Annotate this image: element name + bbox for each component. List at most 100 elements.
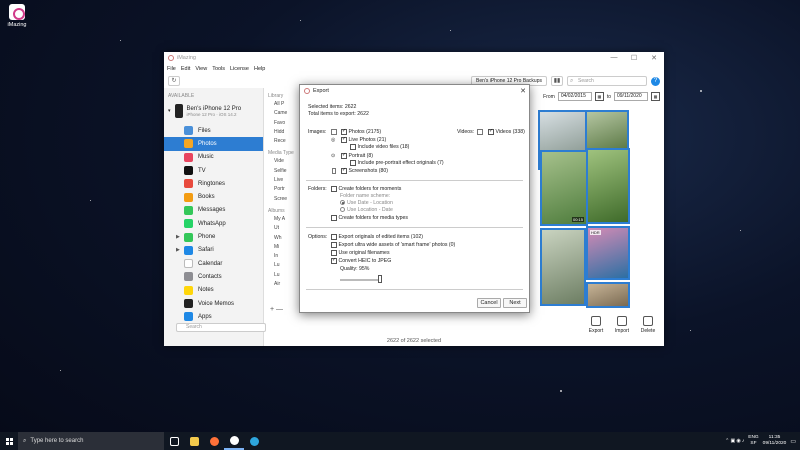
videos-checkbox[interactable]: Videos (338) <box>488 128 525 135</box>
quality-slider-track[interactable] <box>340 279 382 281</box>
delete-action-button[interactable]: Delete <box>637 316 659 334</box>
photo-thumbnail[interactable] <box>540 228 586 306</box>
album-item[interactable]: Lu <box>268 272 302 281</box>
minimize-button[interactable]: — <box>604 54 624 62</box>
sidebar-item-books[interactable]: Books <box>164 190 263 203</box>
import-action-label: Import <box>614 328 630 334</box>
file-explorer-button[interactable] <box>184 432 204 450</box>
sidebar-item-tv[interactable]: TV <box>164 164 263 177</box>
screenshots-checkbox[interactable]: Screenshots (80) <box>341 167 388 174</box>
device-subtitle: iPhone 12 Pro · iOS 14.2 <box>186 111 237 117</box>
photo-thumbnail[interactable] <box>585 110 629 150</box>
menu-view[interactable]: View <box>195 66 207 72</box>
media-type-item[interactable]: Live <box>268 177 302 186</box>
sidebar-item-contacts[interactable]: Contacts <box>164 270 263 283</box>
album-item[interactable]: Air <box>268 281 302 290</box>
edge-button[interactable] <box>244 432 264 450</box>
from-calendar-icon[interactable]: ▦ <box>594 92 604 101</box>
media-type-item[interactable]: Vide <box>268 158 302 167</box>
library-item[interactable]: Hidd <box>268 129 302 138</box>
sidebar-item-ringtones[interactable]: Ringtones <box>164 177 263 190</box>
taskbar-search-box[interactable]: ⌕ Type here to search <box>18 432 164 450</box>
clock[interactable]: 11:35 09/11/2020 <box>763 435 787 447</box>
next-button[interactable]: Next <box>503 298 527 308</box>
album-item[interactable]: In <box>268 253 302 262</box>
dialog-close-button[interactable]: ✕ <box>517 87 529 95</box>
sidebar-item-apps[interactable]: Apps <box>164 310 263 323</box>
library-item[interactable]: Rece <box>268 138 302 147</box>
sidebar-item-phone[interactable]: ▶ Phone <box>164 230 263 243</box>
books-app-icon <box>184 192 193 202</box>
menu-tools[interactable]: Tools <box>212 66 225 72</box>
album-item[interactable]: Ut <box>268 225 302 234</box>
firefox-button[interactable] <box>204 432 224 450</box>
album-item[interactable]: Mi <box>268 244 302 253</box>
imazing-taskbar-button[interactable] <box>224 432 244 450</box>
library-item[interactable]: Favo <box>268 120 302 129</box>
location-date-radio[interactable]: Use Location - Date <box>340 207 393 213</box>
live-photos-checkbox[interactable]: Live Photos (21) <box>341 136 386 143</box>
sidebar-item-photos[interactable]: Photos <box>164 137 263 151</box>
sidebar-item-voice-memos[interactable]: Voice Memos <box>164 297 263 310</box>
media-type-item[interactable]: Portr <box>268 186 302 195</box>
task-view-button[interactable] <box>164 432 184 450</box>
export-originals-checkbox[interactable]: Export originals of edited items (102) <box>331 234 423 240</box>
notification-icon[interactable]: ▭ <box>790 438 796 445</box>
sidebar-item-safari[interactable]: ▶ Safari <box>164 244 263 257</box>
start-button[interactable] <box>0 432 18 450</box>
portrait-checkbox[interactable]: Portrait (8) <box>341 152 373 159</box>
device-entry[interactable]: ▾ Ben's iPhone 12 Pro iPhone 12 Pro · iO… <box>164 102 263 120</box>
search-input[interactable]: Search <box>567 76 647 86</box>
menu-file[interactable]: File <box>167 66 176 72</box>
sidebar-item-messages[interactable]: Messages <box>164 204 263 217</box>
include-preportrait-checkbox[interactable]: Include pre-portrait effect originals (7… <box>350 160 444 166</box>
sidebar-item-calendar[interactable]: Calendar <box>164 257 263 270</box>
photos-checkbox[interactable]: Photos (2175) <box>341 128 381 135</box>
album-item[interactable]: Wh <box>268 235 302 244</box>
media-type-item[interactable]: Selfie <box>268 168 302 177</box>
from-date-input[interactable]: 04/02/2015 <box>557 92 592 101</box>
export-action-button[interactable]: Export <box>585 316 607 334</box>
photo-thumbnail[interactable] <box>586 148 630 224</box>
sidebar-search-input[interactable]: Search <box>176 323 266 332</box>
convert-heic-checkbox[interactable]: Convert HEIC to JPEG <box>331 257 391 264</box>
quality-slider-thumb[interactable] <box>377 275 382 283</box>
refresh-button[interactable]: ↻ <box>168 76 180 86</box>
tray-icons[interactable]: ⌃ ▣ ◉ ♪ <box>725 439 744 444</box>
export-ultrawide-checkbox[interactable]: Export ultra wide assets of 'smart frame… <box>331 242 455 248</box>
date-location-radio[interactable]: Use Date - Location <box>340 200 393 206</box>
use-filenames-checkbox[interactable]: Use original filenames <box>331 250 390 256</box>
sidebar-item-files[interactable]: Files <box>164 124 263 137</box>
album-item[interactable]: My A <box>268 216 302 225</box>
sidebar-item-notes[interactable]: Notes <box>164 284 263 297</box>
language-indicator[interactable]: ENG SF <box>748 435 758 447</box>
menu-license[interactable]: License <box>230 66 249 72</box>
menu-edit[interactable]: Edit <box>181 66 190 72</box>
desktop-imazing-icon[interactable]: iMazing <box>4 4 30 28</box>
create-media-folders-checkbox[interactable]: Create folders for media types <box>331 215 408 221</box>
use-filenames-label: Use original filenames <box>338 250 390 257</box>
create-moments-checkbox[interactable]: Create folders for moments <box>331 186 401 192</box>
sidebar-item-whatsapp[interactable]: WhatsApp <box>164 217 263 230</box>
album-item[interactable]: Lu <box>268 262 302 271</box>
library-item[interactable]: Came <box>268 110 302 119</box>
include-video-checkbox[interactable]: Include video files (18) <box>350 144 409 150</box>
maximize-button[interactable]: ☐ <box>624 54 644 62</box>
photo-thumbnail[interactable]: HDR <box>586 226 630 280</box>
sidebar-item-music[interactable]: Music <box>164 151 263 164</box>
menu-help[interactable]: Help <box>254 66 265 72</box>
close-button[interactable]: ✕ <box>644 54 664 62</box>
expand-arrow-icon[interactable]: ▶ <box>176 247 180 253</box>
view-toggle-button[interactable]: ▮▮ <box>551 76 563 86</box>
media-type-item[interactable]: Scree <box>268 196 302 205</box>
photo-thumbnail[interactable]: 00:15 <box>540 150 588 226</box>
photo-thumbnail[interactable] <box>586 282 630 308</box>
add-remove-album-buttons[interactable]: + — <box>270 306 283 313</box>
library-item[interactable]: All P <box>268 101 302 110</box>
to-date-input[interactable]: 09/11/2020 <box>614 92 648 101</box>
help-button[interactable]: ? <box>651 76 660 86</box>
to-calendar-icon[interactable]: ▦ <box>651 92 660 101</box>
expand-arrow-icon[interactable]: ▶ <box>176 234 180 240</box>
cancel-button[interactable]: Cancel <box>477 298 501 308</box>
import-action-button[interactable]: Import <box>611 316 633 334</box>
